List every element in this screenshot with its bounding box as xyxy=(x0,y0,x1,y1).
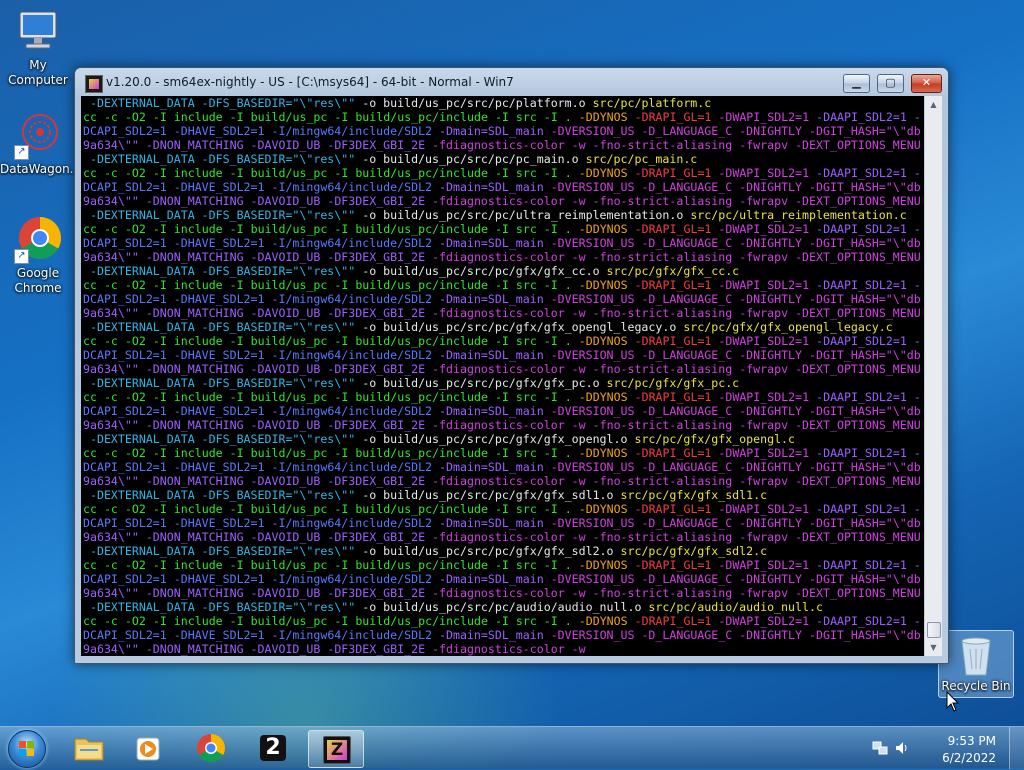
start-button[interactable] xyxy=(4,729,48,768)
volume-icon[interactable] xyxy=(894,740,910,756)
console-line: -DEXTERNAL_DATA -DFS_BASEDIR="\"res\"" -… xyxy=(89,320,893,334)
console-line: 9a634\"" -DNON_MATCHING -DAVOID_UB -DF3D… xyxy=(83,586,921,600)
scrollbar-thumb[interactable] xyxy=(927,622,941,638)
console-line: cc -c -O2 -I include -I build/us_pc -I b… xyxy=(83,502,921,516)
window-title: v1.20.0 - sm64ex-nightly - US - [C:\msys… xyxy=(106,75,514,89)
console-line: -DEXTERNAL_DATA -DFS_BASEDIR="\"res\"" -… xyxy=(89,600,823,614)
clock-date[interactable]: 6/2/2022 xyxy=(942,751,996,765)
console-line: DCAPI_SDL2=1 -DHAVE_SDL2=1 -I/mingw64/in… xyxy=(83,292,921,306)
console-output[interactable]: -DEXTERNAL_DATA -DFS_BASEDIR="\"res\"" -… xyxy=(81,96,924,656)
console-line: cc -c -O2 -I include -I build/us_pc -I b… xyxy=(83,334,921,348)
scroll-down-arrow-icon[interactable]: ▼ xyxy=(925,639,942,656)
console-line: -DEXTERNAL_DATA -DFS_BASEDIR="\"res\"" -… xyxy=(89,488,768,502)
folder-icon xyxy=(74,738,104,761)
console-line: 9a634\"" -DNON_MATCHING -DAVOID_UB -DF3D… xyxy=(83,418,921,432)
desktop-icon-datawagon[interactable]: ↗ DataWagon... xyxy=(0,112,82,177)
desktop-icon-label: Google Chrome xyxy=(14,266,62,295)
console-line: cc -c -O2 -I include -I build/us_pc -I b… xyxy=(83,446,921,460)
computer-icon xyxy=(14,8,62,56)
taskbar-chrome[interactable] xyxy=(184,730,238,766)
console-line: DCAPI_SDL2=1 -DHAVE_SDL2=1 -I/mingw64/in… xyxy=(83,236,921,250)
chrome-icon: ↗ xyxy=(14,216,62,264)
app-icon xyxy=(85,75,103,93)
console-line: cc -c -O2 -I include -I build/us_pc -I b… xyxy=(83,110,921,124)
console-line: -DEXTERNAL_DATA -DFS_BASEDIR="\"res\"" -… xyxy=(89,152,698,166)
console-line: -DEXTERNAL_DATA -DFS_BASEDIR="\"res\"" -… xyxy=(89,432,796,446)
console-line: 9a634\"" -DNON_MATCHING -DAVOID_UB -DF3D… xyxy=(83,194,921,208)
taskbar-explorer[interactable] xyxy=(62,730,116,766)
console-line: DCAPI_SDL2=1 -DHAVE_SDL2=1 -I/mingw64/in… xyxy=(83,628,921,642)
console-text: -DEXTERNAL_DATA -DFS_BASEDIR="\"res\"" -… xyxy=(81,96,924,656)
desktop-icon-google-chrome[interactable]: ↗ Google Chrome xyxy=(0,216,76,296)
console-line: cc -c -O2 -I include -I build/us_pc -I b… xyxy=(83,278,921,292)
console-line: 9a634\"" -DNON_MATCHING -DAVOID_UB -DF3D… xyxy=(83,530,921,544)
console-window[interactable]: v1.20.0 - sm64ex-nightly - US - [C:\msys… xyxy=(74,67,949,664)
taskbar-sm64ex-console[interactable]: Z xyxy=(308,730,364,768)
console-line: 9a634\"" -DNON_MATCHING -DAVOID_UB -DF3D… xyxy=(83,306,921,320)
console-line: 9a634\"" -DNON_MATCHING -DAVOID_UB -DF3D… xyxy=(83,362,921,376)
chrome-icon xyxy=(197,734,225,762)
datawagon-icon: ↗ xyxy=(14,112,62,160)
scroll-up-arrow-icon[interactable]: ▲ xyxy=(925,96,942,113)
console-line: -DEXTERNAL_DATA -DFS_BASEDIR="\"res\"" -… xyxy=(89,376,740,390)
close-button[interactable]: ✕ xyxy=(911,74,942,93)
console-line: DCAPI_SDL2=1 -DHAVE_SDL2=1 -I/mingw64/in… xyxy=(83,572,921,586)
console-line: -DEXTERNAL_DATA -DFS_BASEDIR="\"res\"" -… xyxy=(89,96,712,110)
taskbar: 2 Z 9:53 PM 6/2/2022 xyxy=(0,726,1024,769)
console-line: 9a634\"" -DNON_MATCHING -DAVOID_UB -DF3D… xyxy=(83,474,921,488)
media-icon xyxy=(136,737,160,761)
recycle-bin-icon xyxy=(952,635,1000,677)
vertical-scrollbar[interactable]: ▲ ▼ xyxy=(924,96,942,656)
maximize-button[interactable]: ▢ xyxy=(877,74,904,93)
desktop-icon-label: DataWagon... xyxy=(0,162,82,176)
minimize-button[interactable]: ▁ xyxy=(843,74,870,93)
desktop-icon-my-computer[interactable]: My Computer xyxy=(0,8,76,88)
shortcut-arrow-icon: ↗ xyxy=(14,249,29,264)
network-icon[interactable] xyxy=(872,740,888,756)
console-line: cc -c -O2 -I include -I build/us_pc -I b… xyxy=(83,614,921,628)
console-line: cc -c -O2 -I include -I build/us_pc -I b… xyxy=(83,390,921,404)
console-line: cc -c -O2 -I include -I build/us_pc -I b… xyxy=(83,166,921,180)
console-line: DCAPI_SDL2=1 -DHAVE_SDL2=1 -I/mingw64/in… xyxy=(83,460,921,474)
console-line: DCAPI_SDL2=1 -DHAVE_SDL2=1 -I/mingw64/in… xyxy=(83,348,921,362)
console-line: -DEXTERNAL_DATA -DFS_BASEDIR="\"res\"" -… xyxy=(89,544,768,558)
console-line: 9a634\"" -DNON_MATCHING -DAVOID_UB -DF3D… xyxy=(83,250,921,264)
clock-time[interactable]: 9:53 PM xyxy=(948,734,996,748)
console-line: -DEXTERNAL_DATA -DFS_BASEDIR="\"res\"" -… xyxy=(89,264,740,278)
taskbar-app-2[interactable]: 2 xyxy=(246,730,300,766)
title-bar[interactable]: v1.20.0 - sm64ex-nightly - US - [C:\msys… xyxy=(75,68,948,96)
console-line: DCAPI_SDL2=1 -DHAVE_SDL2=1 -I/mingw64/in… xyxy=(83,404,921,418)
console-line: -DEXTERNAL_DATA -DFS_BASEDIR="\"res\"" -… xyxy=(89,208,907,222)
console-line: DCAPI_SDL2=1 -DHAVE_SDL2=1 -I/mingw64/in… xyxy=(83,180,921,194)
show-desktop-button[interactable] xyxy=(1009,727,1024,769)
two-icon: 2 xyxy=(260,735,286,761)
console-line: cc -c -O2 -I include -I build/us_pc -I b… xyxy=(83,222,921,236)
shortcut-arrow-icon: ↗ xyxy=(14,145,29,160)
windows-logo-icon xyxy=(8,730,46,768)
z-icon: Z xyxy=(323,736,351,764)
taskbar-media-player[interactable] xyxy=(122,730,176,766)
system-tray: 9:53 PM 6/2/2022 xyxy=(864,727,1024,769)
console-line: DCAPI_SDL2=1 -DHAVE_SDL2=1 -I/mingw64/in… xyxy=(83,124,921,138)
console-line: 9a634\"" -DNON_MATCHING -DAVOID_UB -DF3D… xyxy=(83,138,921,152)
console-line: DCAPI_SDL2=1 -DHAVE_SDL2=1 -I/mingw64/in… xyxy=(83,516,921,530)
console-line: 9a634\"" -DNON_MATCHING -DAVOID_UB -DF3D… xyxy=(83,642,586,656)
mouse-cursor-icon xyxy=(946,691,960,712)
console-line: cc -c -O2 -I include -I build/us_pc -I b… xyxy=(83,558,921,572)
desktop-icon-recycle-bin[interactable]: Recycle Bin xyxy=(938,630,1014,698)
desktop-icon-label: My Computer xyxy=(8,58,68,87)
